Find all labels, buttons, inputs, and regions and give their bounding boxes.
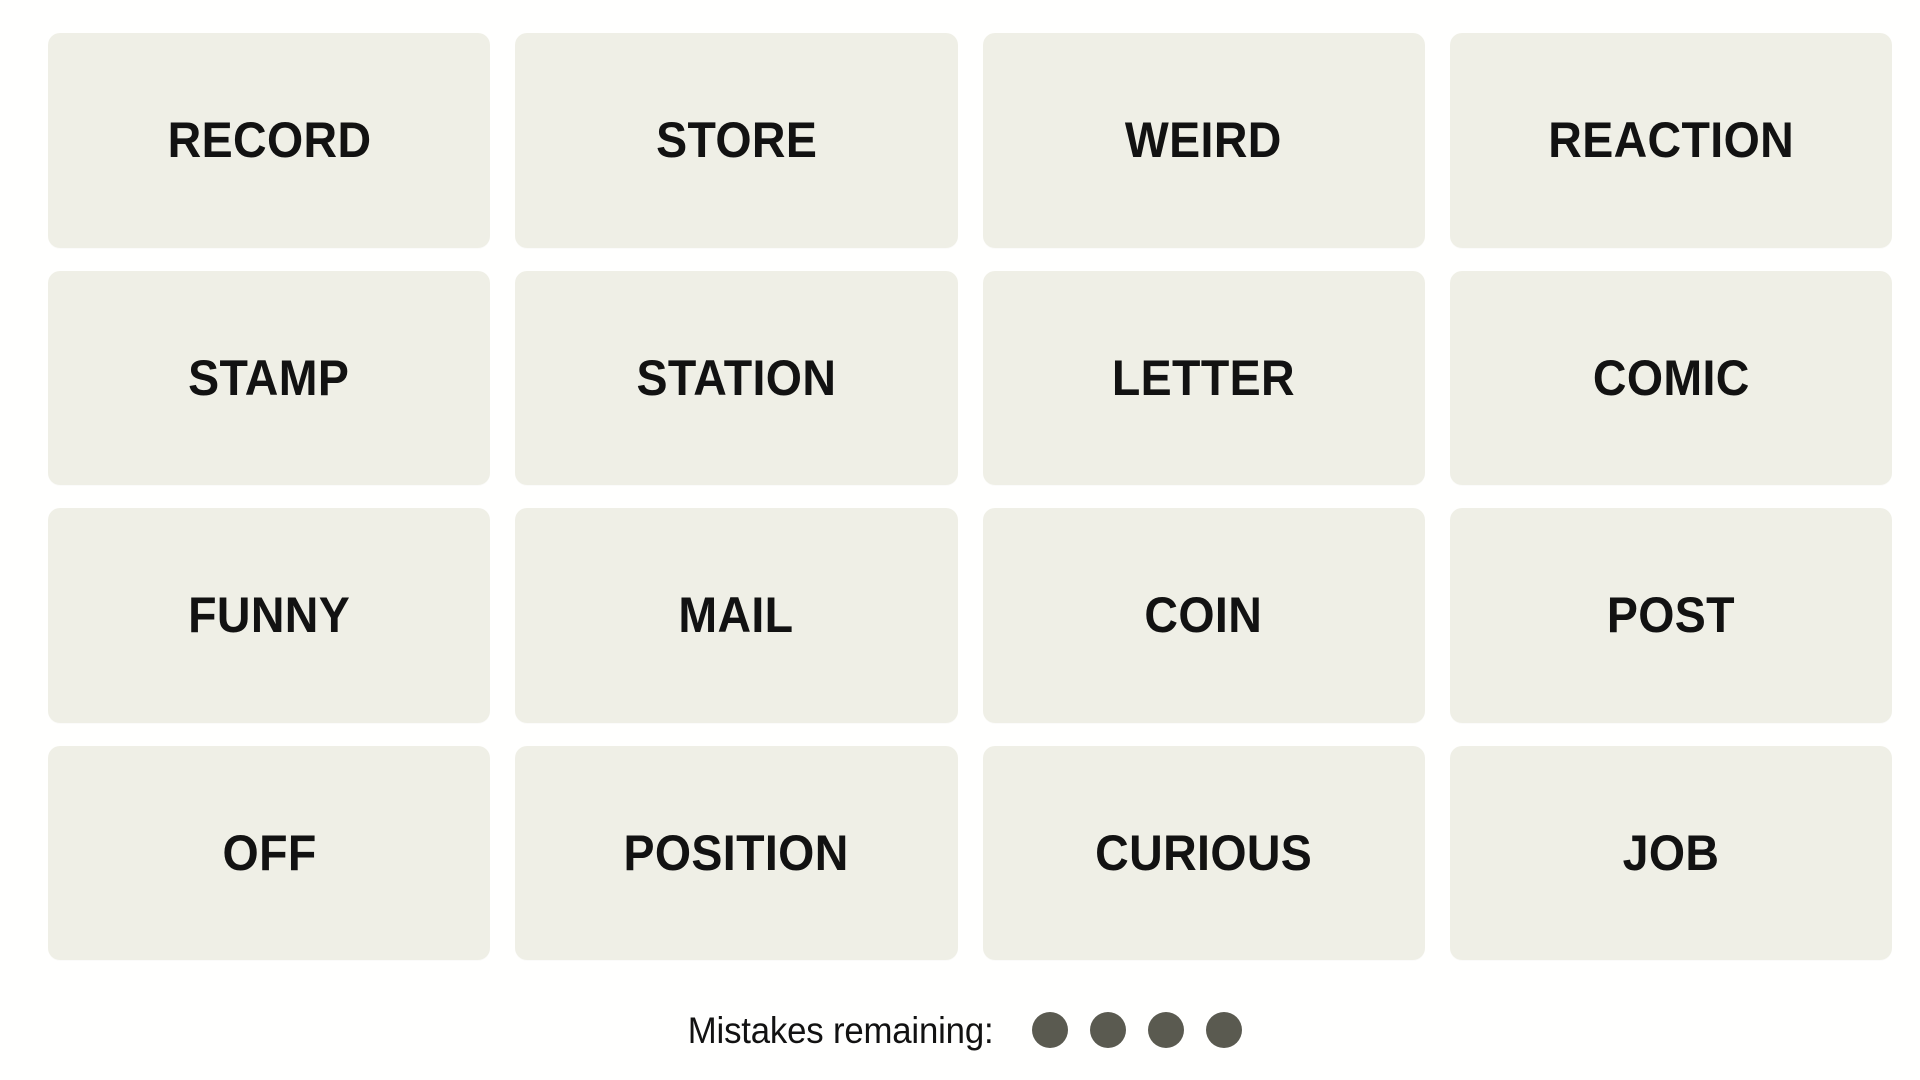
filled-circle-icon [1031, 1012, 1068, 1048]
word-tile[interactable]: MAIL [515, 508, 958, 723]
word-tile-label: POST [1606, 587, 1735, 644]
word-tile[interactable]: CURIOUS [982, 745, 1425, 960]
word-tile-label: LETTER [1112, 349, 1296, 406]
filled-circle-icon [1205, 1012, 1242, 1048]
word-tile[interactable]: FUNNY [48, 508, 491, 723]
word-tile[interactable]: STAMP [48, 270, 491, 485]
word-tile-label: POSITION [623, 824, 849, 881]
word-tile[interactable]: LETTER [982, 270, 1425, 485]
word-tile[interactable]: COMIC [1449, 270, 1892, 485]
word-tile-label: CURIOUS [1095, 824, 1313, 881]
word-tile[interactable]: POSITION [515, 745, 958, 960]
word-tile-label: STATION [636, 349, 837, 406]
mistakes-remaining-label: Mistakes remaining: [688, 1009, 994, 1051]
word-tile[interactable]: POST [1449, 508, 1892, 723]
word-tile-label: COMIC [1592, 349, 1750, 406]
word-tile[interactable]: REACTION [1449, 33, 1892, 248]
word-tile-label: WEIRD [1125, 112, 1283, 169]
word-tile-label: OFF [222, 824, 317, 881]
word-tile[interactable]: WEIRD [982, 33, 1425, 248]
word-tile-label: MAIL [678, 587, 794, 644]
word-tile-label: STORE [655, 112, 817, 169]
filled-circle-icon [1147, 1012, 1184, 1048]
mistakes-remaining-dots [1031, 1012, 1242, 1048]
word-tile-label: RECORD [167, 112, 371, 169]
word-tile[interactable]: COIN [982, 508, 1425, 723]
word-tile[interactable]: RECORD [48, 33, 491, 248]
word-tile[interactable]: OFF [48, 745, 491, 960]
word-tile-grid: RECORD STORE WEIRD REACTION STAMP STATION LETT… [48, 33, 1892, 960]
word-tile[interactable]: STATION [515, 270, 958, 485]
word-tile-label: STAMP [188, 349, 350, 406]
word-tile-label: JOB [1622, 824, 1720, 881]
word-tile-label: REACTION [1547, 112, 1794, 169]
mistakes-remaining-row: Mistakes remaining: [0, 995, 1920, 1065]
word-tile[interactable]: JOB [1449, 745, 1892, 960]
word-tile[interactable]: STORE [515, 33, 958, 248]
word-tile-label: FUNNY [188, 587, 351, 644]
word-tile-label: COIN [1144, 587, 1263, 644]
filled-circle-icon [1089, 1012, 1126, 1048]
connections-game: RECORD STORE WEIRD REACTION STAMP STATION LETT… [0, 0, 1920, 1080]
